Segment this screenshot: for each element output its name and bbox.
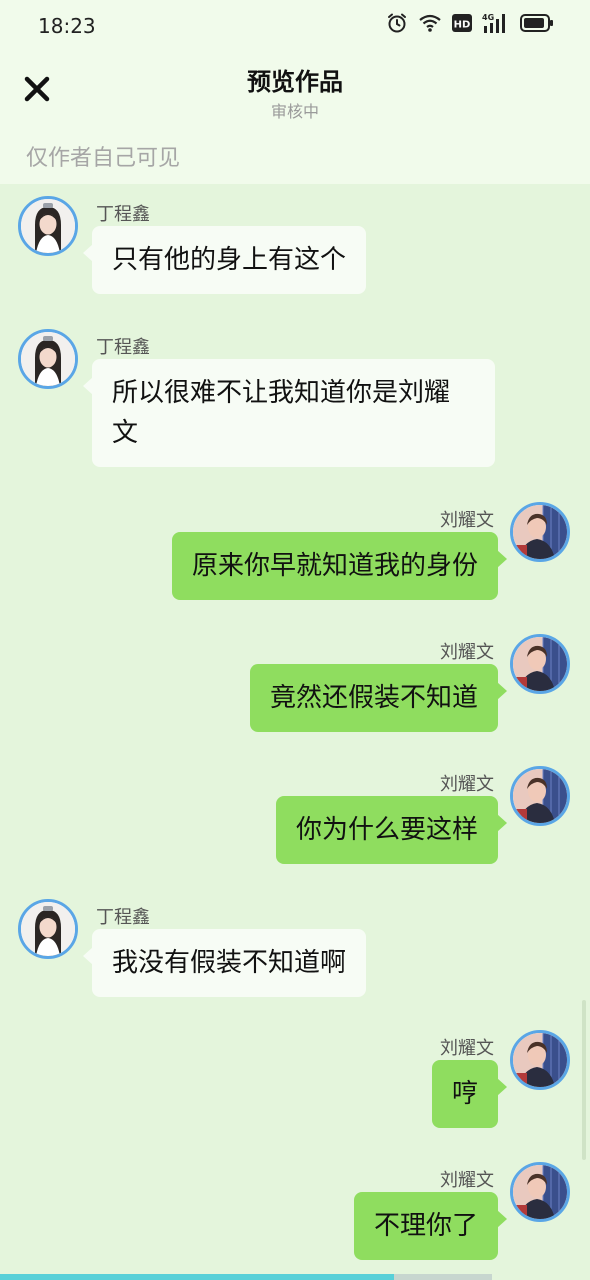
message-bubble[interactable]: 原来你早就知道我的身份 — [171, 532, 508, 600]
message-bubble[interactable]: 你为什么要这样 — [275, 796, 508, 864]
visibility-note: 仅作者自己可见 — [26, 146, 181, 171]
review-status: 审核中 — [270, 102, 319, 121]
svg-text:4G: 4G — [482, 13, 494, 22]
status-bar: 18:23 HD 4G — [0, 0, 590, 52]
battery-icon — [520, 13, 554, 33]
sender-name: 刘耀文 — [440, 642, 494, 663]
sender-name: 刘耀文 — [440, 510, 494, 531]
wifi-icon — [418, 13, 442, 33]
sender-name: 刘耀文 — [440, 1038, 494, 1059]
scrollbar[interactable] — [582, 1000, 586, 1160]
message-bubble[interactable]: 不理你了 — [353, 1192, 508, 1260]
status-icons: HD 4G — [386, 12, 554, 34]
sender-name: 丁程鑫 — [96, 204, 150, 225]
signal-4g-icon: 4G — [482, 12, 510, 34]
message-bubble[interactable]: 我没有假装不知道啊 — [82, 929, 367, 997]
message-bubble[interactable]: 竟然还假装不知道 — [249, 664, 508, 732]
avatar[interactable] — [510, 766, 570, 826]
avatar[interactable] — [18, 899, 78, 959]
status-time: 18:23 — [38, 14, 96, 38]
message-bubble[interactable]: 所以很难不让我知道你是刘耀文 — [83, 359, 495, 467]
avatar[interactable] — [510, 502, 570, 562]
sender-name: 刘耀文 — [440, 1170, 494, 1191]
sender-name: 丁程鑫 — [96, 907, 150, 928]
avatar[interactable] — [510, 1162, 570, 1222]
avatar[interactable] — [510, 634, 570, 694]
avatar[interactable] — [510, 1030, 570, 1090]
message-bubble[interactable]: 只有他的身上有这个 — [82, 226, 367, 294]
page-title: 预览作品 — [247, 68, 343, 96]
progress-bar — [0, 1274, 394, 1280]
svg-text:HD: HD — [454, 20, 471, 31]
avatar[interactable] — [18, 196, 78, 256]
alarm-icon — [386, 12, 408, 34]
chat-area[interactable]: 丁程鑫 只有他的身上有这个 丁程鑫 所以很难不让我知道你是刘耀文 刘耀文 原来你早就知道我… — [0, 184, 590, 1274]
message-bubble[interactable]: 哼 — [431, 1060, 508, 1128]
hd-icon: HD — [452, 13, 472, 33]
sender-name: 丁程鑫 — [96, 337, 150, 358]
header: 预览作品 审核中 仅作者自己可见 — [0, 52, 590, 184]
avatar[interactable] — [18, 329, 78, 389]
sender-name: 刘耀文 — [440, 774, 494, 795]
